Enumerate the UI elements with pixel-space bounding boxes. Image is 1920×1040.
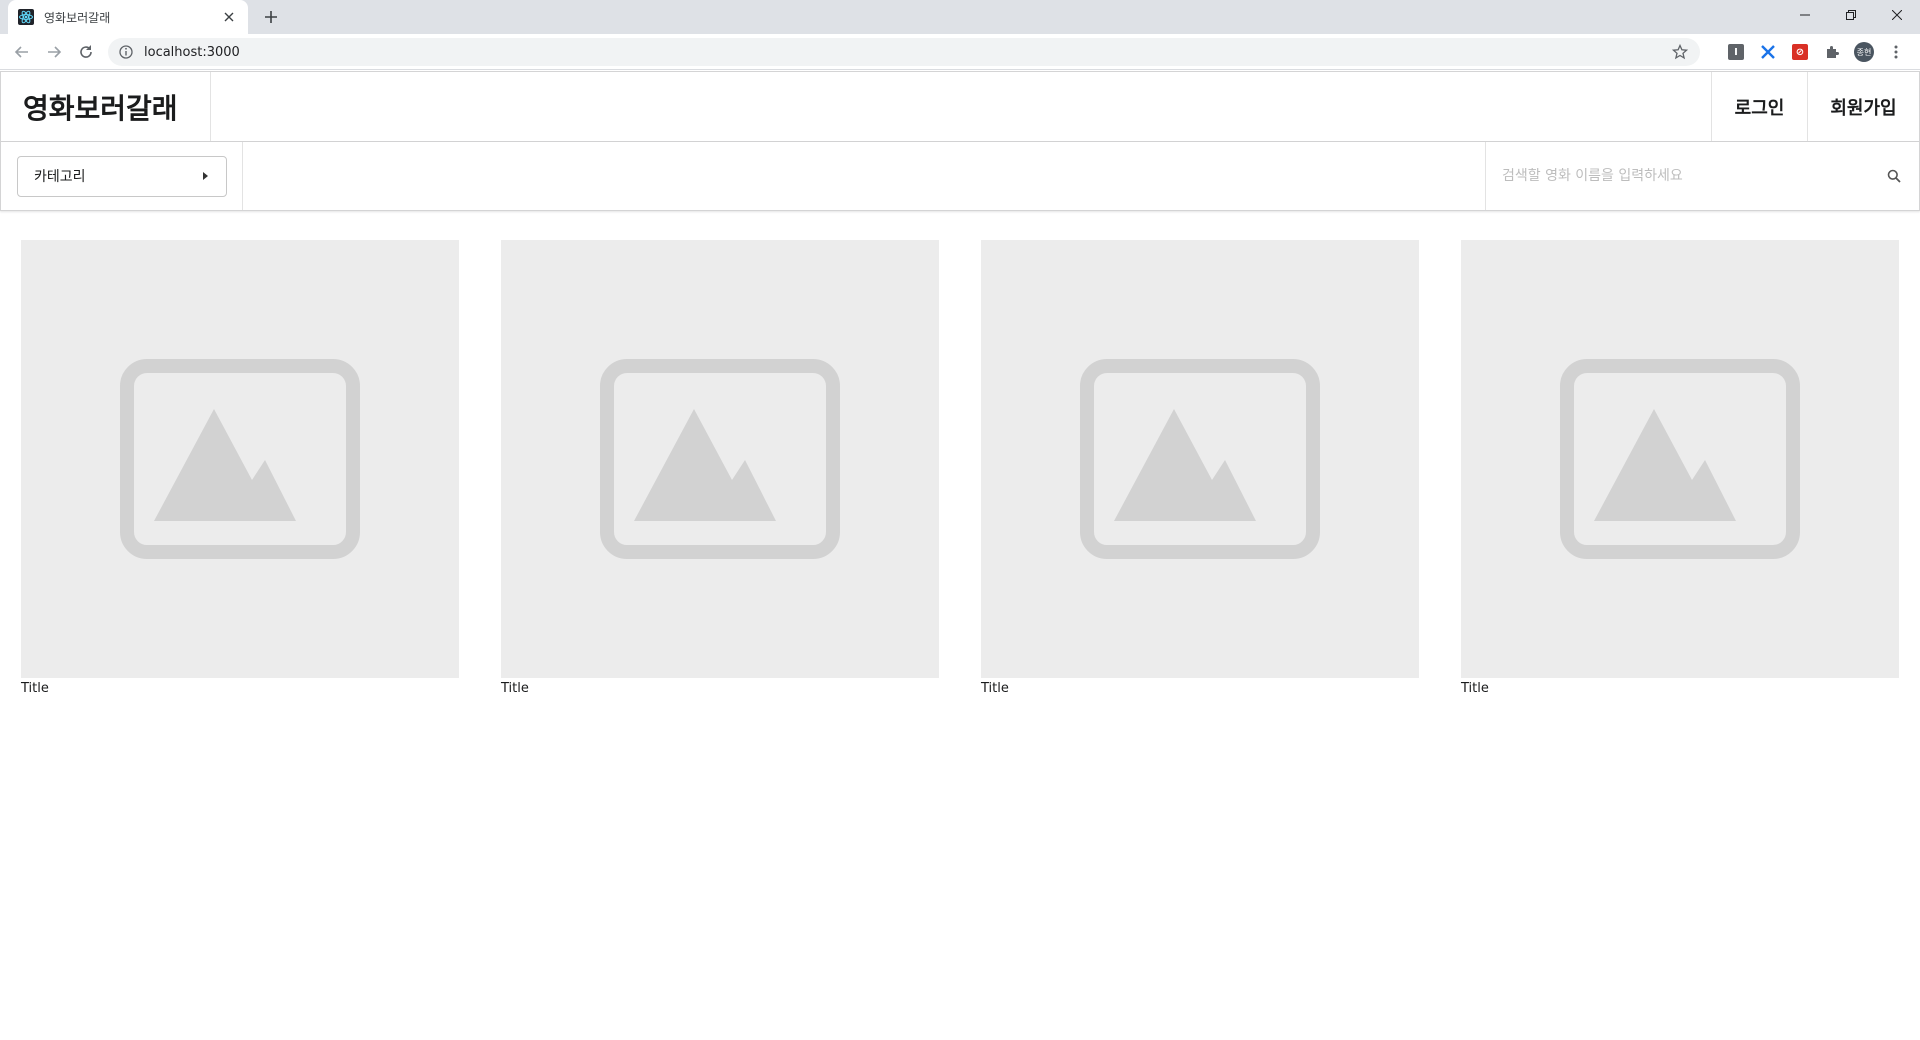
react-favicon-icon <box>18 9 34 25</box>
image-placeholder-icon <box>600 359 840 559</box>
close-window-icon[interactable] <box>1874 0 1920 30</box>
movie-poster-placeholder <box>501 240 939 678</box>
signup-link[interactable]: 회원가입 <box>1807 72 1919 141</box>
image-placeholder-icon <box>1080 359 1320 559</box>
category-dropdown[interactable]: 카테고리 <box>17 155 227 197</box>
movie-grid: Title Title Title Title <box>21 240 1899 698</box>
movie-title: Title <box>501 681 529 696</box>
forward-arrow-icon[interactable] <box>40 38 68 66</box>
movie-card[interactable]: Title <box>981 240 1419 698</box>
extensions-puzzle-icon[interactable] <box>1816 38 1848 66</box>
browser-toolbar: localhost:3000 I ⊘ 종현 <box>0 34 1920 70</box>
filter-spacer <box>243 142 1485 210</box>
profile-avatar[interactable]: 종현 <box>1848 38 1880 66</box>
site-header: 영화보러갈래 로그인 회원가입 <box>0 71 1920 142</box>
movie-card[interactable]: Title <box>21 240 459 698</box>
browser-tab[interactable]: 영화보러갈래 <box>8 0 248 34</box>
search-icon[interactable] <box>1885 167 1903 185</box>
movie-title: Title <box>1461 681 1489 696</box>
movie-card[interactable]: Title <box>1461 240 1899 698</box>
profile-initials: 종현 <box>1854 42 1874 62</box>
search-cell <box>1485 142 1919 210</box>
restore-icon[interactable] <box>1828 0 1874 30</box>
movie-card[interactable]: Title <box>501 240 939 698</box>
image-placeholder-icon <box>1560 359 1800 559</box>
movie-poster-placeholder <box>1461 240 1899 678</box>
header-spacer <box>211 72 1711 141</box>
login-link[interactable]: 로그인 <box>1711 72 1807 141</box>
movie-poster-placeholder <box>981 240 1419 678</box>
browser-tabstrip: 영화보러갈래 <box>0 0 1920 34</box>
bookmark-star-icon[interactable] <box>1670 42 1690 62</box>
window-controls <box>1782 0 1920 30</box>
extension-1-icon[interactable]: I <box>1720 38 1752 66</box>
tab-close-icon[interactable] <box>220 8 238 26</box>
site-info-icon[interactable] <box>118 44 134 60</box>
new-tab-button[interactable] <box>260 6 282 28</box>
caret-right-icon <box>203 172 208 180</box>
movie-title: Title <box>981 681 1009 696</box>
tab-title: 영화보러갈래 <box>44 10 111 25</box>
movie-title: Title <box>21 681 49 696</box>
extensions-area: I ⊘ 종현 <box>1720 38 1920 66</box>
minimize-icon[interactable] <box>1782 0 1828 30</box>
reload-icon[interactable] <box>72 38 100 66</box>
extension-3-icon[interactable]: ⊘ <box>1784 38 1816 66</box>
movie-poster-placeholder <box>21 240 459 678</box>
url-text: localhost:3000 <box>144 44 240 60</box>
image-placeholder-icon <box>120 359 360 559</box>
back-arrow-icon[interactable] <box>8 38 36 66</box>
site-logo[interactable]: 영화보러갈래 <box>1 72 211 141</box>
search-input[interactable] <box>1502 168 1885 184</box>
category-label: 카테고리 <box>34 169 86 185</box>
category-cell: 카테고리 <box>1 142 243 210</box>
filter-bar: 카테고리 <box>0 142 1920 211</box>
browser-menu-icon[interactable] <box>1880 38 1912 66</box>
page-content: 영화보러갈래 로그인 회원가입 카테고리 T <box>0 71 1920 1040</box>
address-bar[interactable]: localhost:3000 <box>108 38 1700 66</box>
extension-2-icon[interactable] <box>1752 38 1784 66</box>
